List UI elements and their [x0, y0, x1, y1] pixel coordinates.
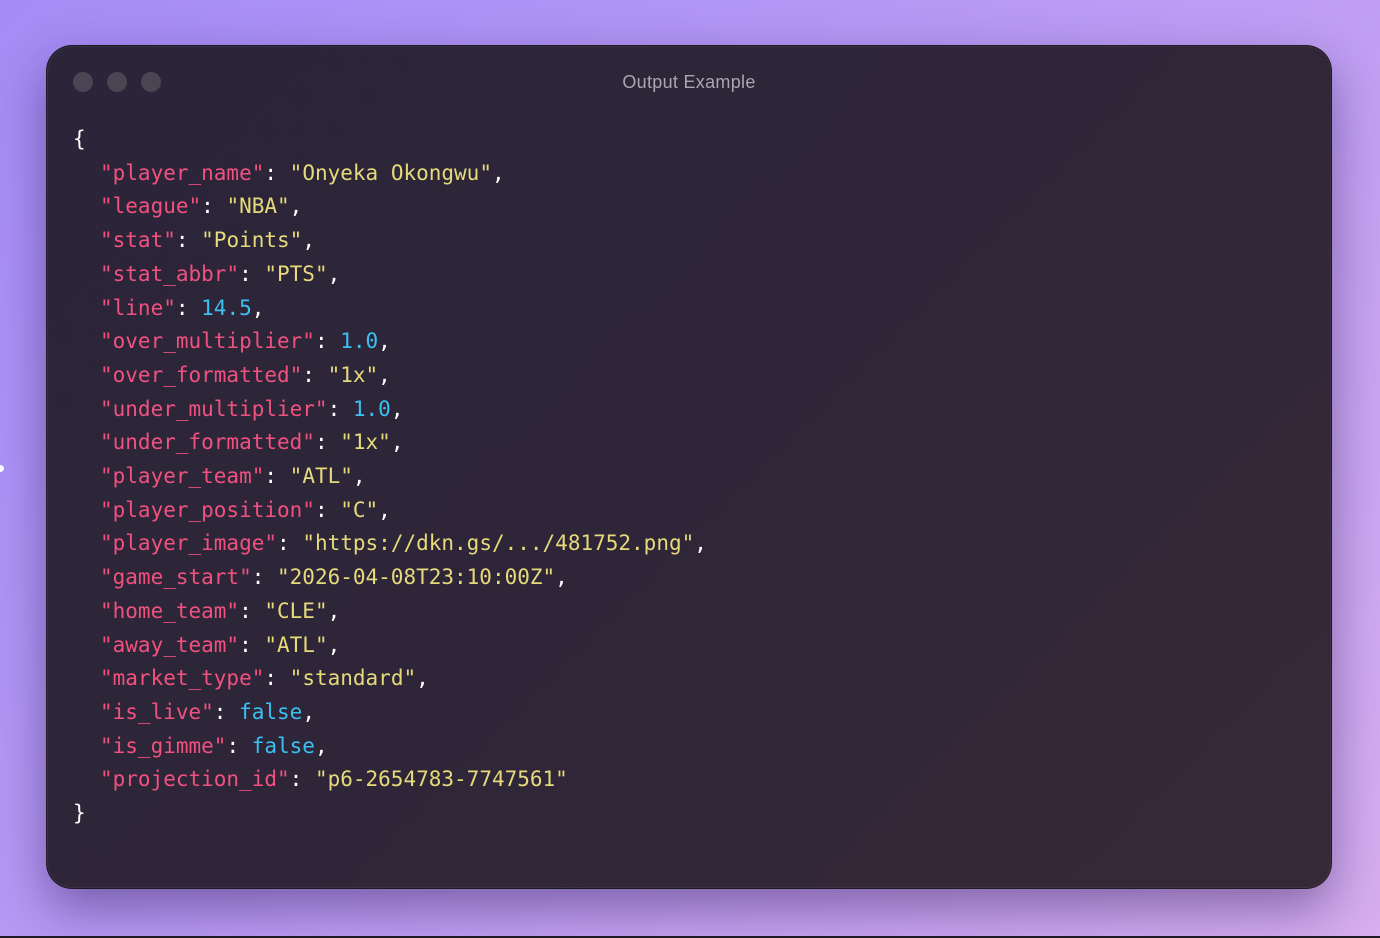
json-key: "is_gimme": [100, 733, 227, 758]
json-value: 14.5: [201, 295, 252, 320]
json-value: false: [251, 733, 315, 758]
code-line: "home_team": "CLE",: [100, 598, 341, 623]
code-line: "player_image": "https://dkn.gs/.../4817…: [100, 531, 707, 556]
json-value: "1x": [340, 430, 391, 455]
json-key: "market_type": [100, 666, 265, 691]
json-value: "ATL": [289, 464, 353, 489]
title-bar: Output Example: [47, 46, 1331, 118]
json-key: "is_live": [100, 699, 214, 724]
code-line: "is_gimme": false,: [100, 733, 328, 758]
code-line: "game_start": "2026-04-08T23:10:00Z",: [100, 565, 568, 590]
json-value: "Onyeka Okongwu": [289, 160, 492, 185]
json-value: "Points": [201, 228, 303, 253]
code-line: "is_live": false,: [100, 699, 315, 724]
json-key: "over_multiplier": [100, 329, 315, 354]
code-line: "market_type": "standard",: [100, 666, 429, 691]
code-window: Output Example { "player_name": "Onyeka O…: [46, 45, 1332, 889]
json-key: "projection_id": [100, 767, 290, 792]
json-key: "game_start": [100, 565, 252, 590]
json-value: false: [239, 699, 303, 724]
close-brace: }: [73, 801, 86, 826]
code-line: "league": "NBA",: [100, 194, 303, 219]
code-line: "under_formatted": "1x",: [100, 430, 404, 455]
json-key: "stat_abbr": [100, 261, 240, 286]
json-value: "CLE": [264, 598, 328, 623]
json-value: "standard": [289, 666, 417, 691]
code-line: "player_position": "C",: [100, 497, 391, 522]
json-key: "line": [100, 295, 176, 320]
code-line: "line": 14.5,: [100, 295, 265, 320]
json-key: "player_team": [100, 464, 265, 489]
json-value: "NBA": [226, 194, 290, 219]
json-value: "p6-2654783-7747561": [314, 767, 568, 792]
code-line: "over_multiplier": 1.0,: [100, 329, 391, 354]
code-line: "player_team": "ATL",: [100, 464, 366, 489]
json-key: "stat": [100, 228, 176, 253]
code-line: "under_multiplier": 1.0,: [100, 396, 404, 421]
code-line: "player_name": "Onyeka Okongwu",: [100, 160, 505, 185]
json-key: "under_formatted": [100, 430, 315, 455]
json-key: "player_image": [100, 531, 278, 556]
window-title: Output Example: [622, 72, 756, 92]
json-key: "league": [100, 194, 202, 219]
json-key: "player_position": [100, 497, 315, 522]
json-key: "player_name": [100, 160, 265, 185]
json-value: "1x": [327, 362, 379, 387]
json-value: "2026-04-08T23:10:00Z": [277, 565, 556, 590]
json-code-block: { "player_name": "Onyeka Okongwu", "league…: [73, 123, 707, 831]
code-line: "stat": "Points",: [100, 228, 315, 253]
side-dot: [0, 465, 4, 472]
json-key: "away_team": [100, 632, 240, 657]
json-key: "over_formatted": [100, 362, 303, 387]
json-value: 1.0: [352, 396, 391, 421]
json-value: "ATL": [264, 632, 328, 657]
json-key: "under_multiplier": [100, 396, 328, 421]
json-value: "PTS": [264, 261, 328, 286]
code-line: "stat_abbr": "PTS",: [100, 261, 341, 286]
code-line: "over_formatted": "1x",: [100, 362, 391, 387]
open-brace: {: [73, 127, 86, 151]
json-value: "C": [340, 497, 379, 522]
json-key: "home_team": [100, 598, 240, 623]
code-line: "away_team": "ATL",: [100, 632, 341, 657]
code-line: "projection_id": "p6-2654783-7747561": [100, 767, 568, 792]
json-value: 1.0: [340, 329, 379, 354]
json-value: "https://dkn.gs/.../481752.png": [302, 531, 695, 556]
